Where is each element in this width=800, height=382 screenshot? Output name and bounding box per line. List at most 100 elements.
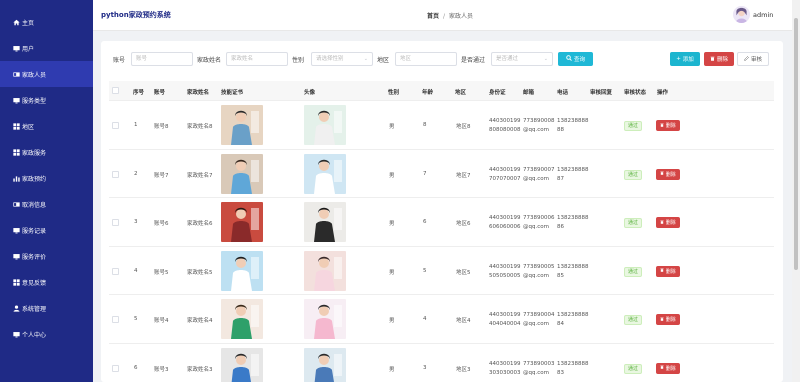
search-button-label: 查询 — [573, 57, 585, 63]
row-delete-button[interactable]: 删除 — [656, 217, 680, 228]
cert-photo — [221, 105, 263, 145]
row-gender: 男 — [389, 172, 395, 179]
sidebar-item-label: 主页 — [22, 19, 35, 27]
sidebar-item-label: 服务类型 — [22, 97, 47, 105]
col-gender: 性别 — [388, 90, 400, 96]
row-delete-button[interactable]: 删除 — [656, 362, 680, 374]
row-checkbox[interactable] — [112, 122, 119, 129]
table-row[interactable]: 2 账号7 家政姓名7 男 7 地区7 440300199 707070007 77389000… — [109, 150, 774, 198]
avatar[interactable] — [733, 6, 750, 23]
row-name: 家政姓名8 — [187, 124, 213, 130]
cert-image[interactable] — [221, 202, 263, 242]
search-button[interactable]: 查询 — [558, 52, 593, 66]
cert-image[interactable] — [221, 299, 263, 339]
avatar-image[interactable] — [304, 250, 346, 291]
name-input[interactable]: 家政姓名 — [226, 52, 288, 66]
sidebar-item-service-type[interactable]: 服务类型 — [0, 87, 93, 113]
sidebar-item-feedback[interactable]: 意见反馈 — [0, 269, 93, 295]
monitor-icon — [13, 253, 20, 260]
sidebar-item-reviews[interactable]: 服务评价 — [0, 243, 93, 269]
row-email: 773890008 @qq.com — [523, 117, 555, 135]
sidebar-item-cancel[interactable]: 取消信息 — [0, 191, 93, 217]
trash-icon — [660, 268, 664, 274]
row-delete-button[interactable]: 删除 — [656, 168, 680, 180]
user-name[interactable]: admin — [753, 11, 773, 19]
row-delete-button[interactable]: 删除 — [656, 265, 680, 277]
status-badge: 通过 — [624, 218, 643, 228]
cert-photo — [221, 299, 263, 339]
row-phone: 138238888 85 — [557, 263, 589, 281]
audit-button[interactable]: 审核 — [737, 52, 769, 66]
cert-image[interactable] — [221, 153, 263, 194]
sidebar-item-system[interactable]: 系统管理 — [0, 295, 93, 321]
monitor-icon — [13, 227, 20, 234]
sidebar-item-label: 家政人员 — [22, 71, 47, 79]
avatar-image[interactable] — [304, 202, 346, 242]
row-delete-label: 删除 — [665, 317, 676, 323]
cert-image[interactable] — [221, 250, 263, 291]
page-scrollbar[interactable] — [792, 0, 800, 382]
idcard-line2: 606060006 — [489, 224, 521, 230]
id-card-icon — [13, 71, 20, 78]
row-delete-button[interactable]: 删除 — [656, 314, 680, 325]
row-checkbox[interactable] — [112, 219, 119, 226]
gender-label: 性别 — [292, 57, 305, 64]
sidebar-item-region[interactable]: 地区 — [0, 113, 93, 139]
row-checkbox[interactable] — [112, 316, 119, 323]
avatar-photo — [304, 250, 346, 291]
col-avatar: 头像 — [304, 90, 316, 96]
row-account: 账号3 — [154, 366, 169, 373]
avatar-image[interactable] — [304, 299, 346, 339]
trash-icon — [660, 365, 664, 371]
sidebar-item-home[interactable]: 主页 — [0, 9, 93, 35]
row-gender: 男 — [389, 221, 395, 227]
table-row[interactable]: 1 账号8 家政姓名8 男 8 地区8 440300199 808080008 77389000… — [109, 101, 774, 150]
cert-image[interactable] — [221, 347, 263, 382]
sidebar-item-label: 服务记录 — [22, 227, 47, 235]
scrollbar-thumb[interactable] — [794, 18, 798, 270]
row-checkbox[interactable] — [112, 267, 119, 275]
select-all-checkbox[interactable] — [112, 87, 119, 94]
row-checkbox[interactable] — [112, 170, 119, 178]
sidebar-item-staff[interactable]: 家政人员 — [0, 61, 93, 87]
sidebar-item-users[interactable]: 用户 — [0, 35, 93, 61]
breadcrumb-home[interactable]: 首页 — [427, 13, 439, 20]
add-button[interactable]: + 添加 — [670, 52, 700, 66]
idcard-line2: 404040004 — [489, 321, 521, 327]
sidebar-item-label: 个人中心 — [22, 331, 47, 339]
sidebar-item-records[interactable]: 服务记录 — [0, 217, 93, 243]
avatar-image[interactable] — [304, 105, 346, 145]
region-input[interactable]: 地区 — [395, 52, 457, 66]
row-age: 7 — [423, 170, 427, 177]
row-account: 账号6 — [154, 221, 169, 227]
row-name: 家政姓名4 — [187, 318, 213, 324]
table-row[interactable]: 4 账号5 家政姓名5 男 5 地区5 440300199 505050005 77389000… — [109, 247, 774, 295]
approved-select-placeholder: 是否通过 — [496, 56, 519, 62]
status-badge: 通过 — [624, 121, 643, 131]
row-delete-button[interactable]: 删除 — [656, 120, 680, 131]
sidebar-item-service[interactable]: 家政服务 — [0, 139, 93, 165]
row-idcard: 440300199 606060006 — [489, 214, 521, 232]
account-input[interactable]: 账号 — [131, 52, 193, 66]
table-row[interactable]: 5 账号4 家政姓名4 男 4 地区4 440300199 404040004 77389000… — [109, 295, 774, 344]
delete-button[interactable]: 删除 — [704, 52, 734, 66]
approved-select[interactable]: 是否通过 ⌄ — [491, 52, 553, 66]
idcard-line1: 440300199 — [489, 166, 521, 173]
gender-select[interactable]: 请选择性别 ⌄ — [311, 52, 373, 66]
row-checkbox[interactable] — [112, 364, 119, 372]
row-idcard: 440300199 808080008 — [489, 117, 521, 135]
phone-line2: 86 — [557, 224, 564, 230]
sidebar-item-booking[interactable]: 家政预约 — [0, 165, 93, 191]
col-email: 邮箱 — [523, 90, 535, 96]
sidebar-item-profile[interactable]: 个人中心 — [0, 321, 93, 347]
row-index: 5 — [134, 316, 138, 322]
idcard-line1: 440300199 — [489, 312, 521, 318]
col-cert: 技能证书 — [221, 90, 244, 96]
search-bar: 账号 账号 家政姓名 家政姓名 性别 请选择性别 ⌄ 地区 地区 是否通过 是否通… — [101, 52, 783, 66]
table-row[interactable]: 3 账号6 家政姓名6 男 6 地区6 440300199 606060006 77389000… — [109, 198, 774, 247]
phone-line2: 87 — [557, 175, 564, 182]
table-row[interactable]: 6 账号3 家政姓名3 男 3 地区3 440300199 303030003 77389000… — [109, 344, 774, 382]
avatar-image[interactable] — [304, 347, 346, 382]
cert-image[interactable] — [221, 105, 263, 145]
avatar-image[interactable] — [304, 153, 346, 194]
